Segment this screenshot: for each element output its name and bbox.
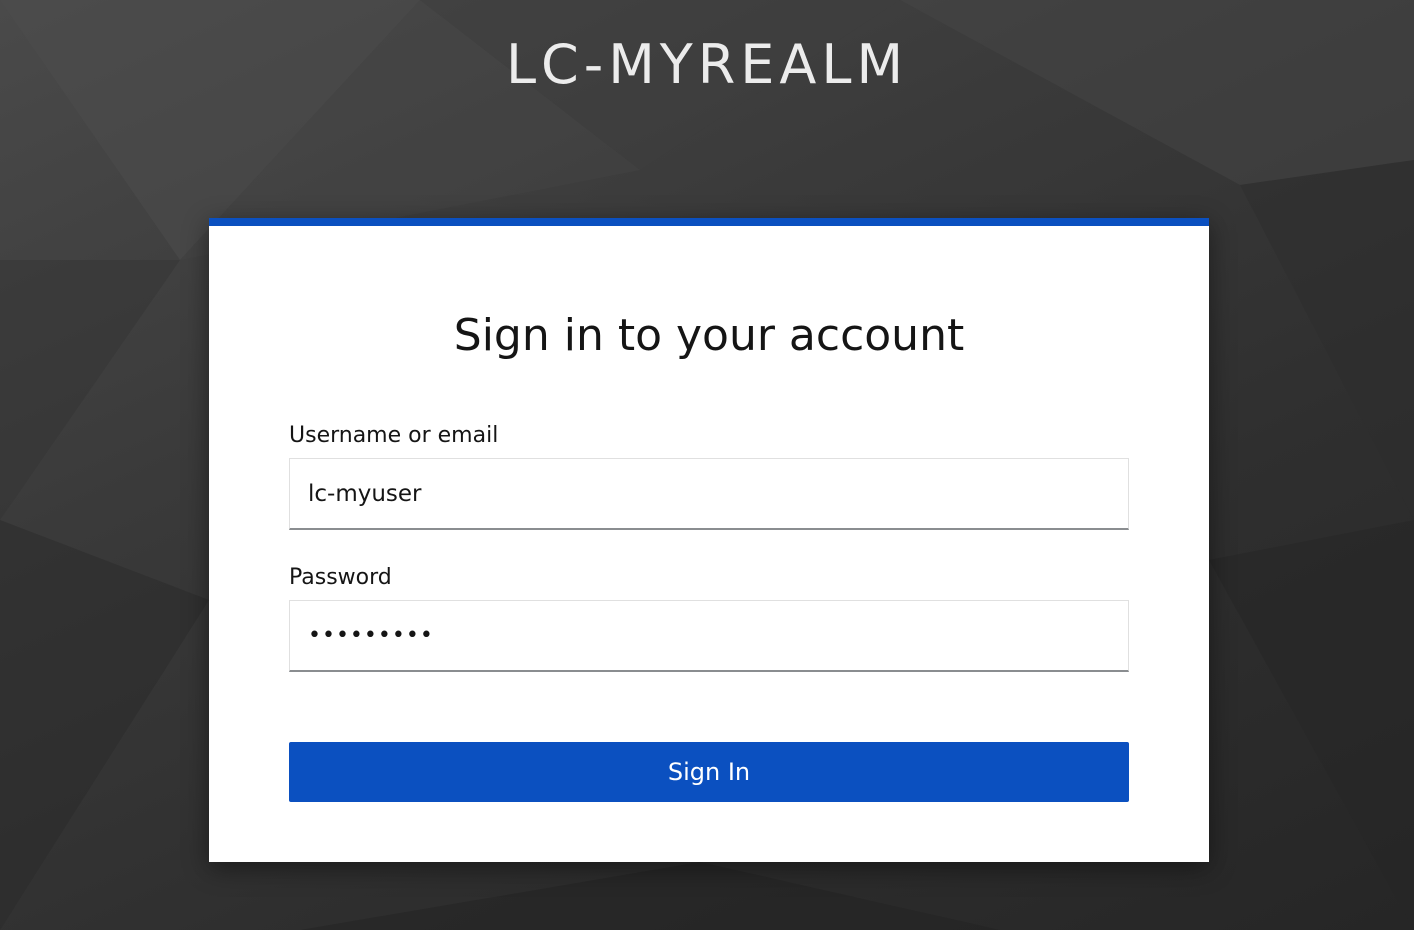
page-title: Sign in to your account [453, 310, 965, 361]
login-card: Sign in to your account Username or emai… [209, 218, 1209, 862]
username-input[interactable] [289, 458, 1129, 530]
password-input[interactable] [289, 600, 1129, 672]
password-label: Password [289, 565, 392, 590]
username-label: Username or email [289, 423, 499, 448]
realm-title: LC-MYREALM [505, 33, 909, 96]
sign-in-button[interactable]: Sign In [289, 742, 1129, 802]
